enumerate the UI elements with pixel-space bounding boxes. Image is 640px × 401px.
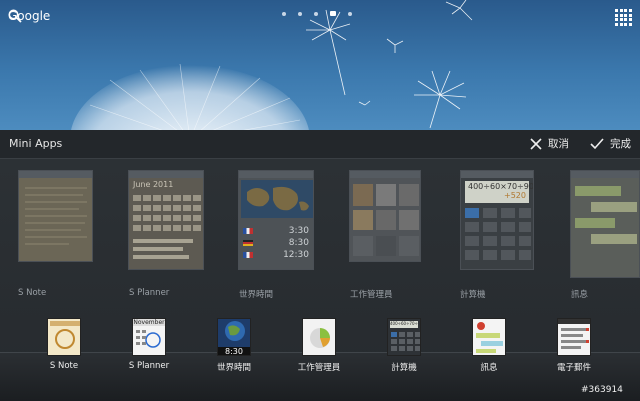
- home-wallpaper: Google: [0, 0, 640, 130]
- apps-grid-icon[interactable]: [615, 9, 632, 26]
- dock-item-taskmanager[interactable]: 工作管理員: [289, 318, 349, 373]
- dock-label: 訊息: [480, 363, 498, 373]
- card-titlebar: [19, 171, 92, 178]
- dock-label: 電子郵件: [556, 363, 591, 373]
- image-watermark: #363914: [581, 385, 623, 395]
- mini-app-label: S Note: [18, 288, 47, 298]
- page-dot: [298, 12, 302, 16]
- card-titlebar: [129, 171, 203, 178]
- page-dot: [314, 12, 318, 16]
- dock-label: 工作管理員: [297, 363, 341, 373]
- calculator-icon: 400÷60÷70÷90: [387, 318, 421, 356]
- task-thumbnails: [353, 184, 419, 256]
- messages-icon: [472, 318, 506, 356]
- world-map: [241, 180, 313, 218]
- dock-label: 計算機: [391, 363, 417, 373]
- mini-app-card-taskmanager[interactable]: [349, 170, 421, 262]
- email-icon: [557, 318, 591, 356]
- cancel-label: 取消: [548, 138, 569, 150]
- calculator-display: 400÷60×70÷90 +520: [465, 181, 534, 203]
- dock-label: 世界時間: [216, 363, 251, 373]
- page-indicator: [282, 11, 352, 16]
- mini-app-card-messages[interactable]: [570, 170, 640, 278]
- done-button[interactable]: 完成: [590, 136, 631, 151]
- close-icon: [530, 137, 542, 150]
- page-dot-active: [330, 11, 336, 16]
- snote-icon: [47, 318, 81, 356]
- check-icon: [590, 137, 604, 149]
- dock-item-messages[interactable]: 訊息: [459, 318, 519, 373]
- flag-icon: [243, 252, 253, 258]
- mini-app-card-snote[interactable]: [18, 170, 93, 262]
- mini-app-label: 工作管理員: [350, 290, 393, 300]
- search-icon: [8, 9, 22, 23]
- done-label: 完成: [610, 138, 631, 150]
- page-dot: [348, 12, 352, 16]
- dock-item-worldclock[interactable]: 8:30 世界時間: [204, 318, 264, 373]
- page-dot: [282, 12, 286, 16]
- calendar-icon: November: [132, 318, 166, 356]
- dock-label: S Planner: [128, 361, 170, 371]
- note-lines: [25, 187, 87, 245]
- dock-item-calculator[interactable]: 400÷60÷70÷90 計算機: [374, 318, 434, 373]
- calculator-result: +520: [504, 191, 526, 200]
- mini-app-label: S Planner: [129, 288, 170, 298]
- clock-time: 8:30: [288, 238, 309, 248]
- dock-label: S Note: [49, 361, 79, 371]
- dock-item-email[interactable]: 電子郵件: [544, 318, 604, 373]
- flag-icon: [243, 228, 253, 234]
- calendar-icon-month: November: [133, 319, 165, 326]
- mini-app-label: 訊息: [571, 290, 589, 300]
- mini-app-card-worldclock[interactable]: 3:30 8:30 12:30: [238, 170, 314, 270]
- google-search-widget[interactable]: Google: [8, 9, 50, 23]
- calculator-expression: 400÷60×70÷90: [468, 182, 534, 191]
- panel-title: Mini Apps: [9, 137, 63, 150]
- calculator-keypad: [465, 208, 531, 260]
- clock-time: 3:30: [288, 226, 309, 236]
- dock-item-snote[interactable]: S Note: [34, 318, 94, 371]
- card-titlebar: [239, 171, 313, 178]
- card-titlebar: [571, 171, 639, 178]
- mini-app-label: 世界時間: [239, 290, 274, 300]
- dock-clock-time: 8:30: [218, 347, 250, 355]
- mini-app-label: 計算機: [460, 290, 486, 300]
- dock-item-splanner[interactable]: November S Planner: [119, 318, 179, 371]
- card-titlebar: [461, 171, 533, 178]
- globe-icon: 8:30: [217, 318, 251, 356]
- pie-chart-icon: [302, 318, 336, 356]
- dock-calculator-display: 400÷60÷70÷90: [390, 321, 418, 328]
- card-titlebar: [350, 171, 420, 178]
- flag-icon: [243, 240, 253, 246]
- cancel-button[interactable]: 取消: [530, 136, 569, 151]
- mini-app-card-calculator[interactable]: 400÷60×70÷90 +520: [460, 170, 534, 270]
- clock-time: 12:30: [283, 250, 309, 260]
- message-bubbles: [575, 186, 637, 244]
- panel-header: Mini Apps 取消 完成: [0, 130, 640, 159]
- calendar-month: June 2011: [133, 180, 174, 189]
- dandelion-illustration: [71, 0, 473, 130]
- mini-app-card-splanner[interactable]: June 2011: [128, 170, 204, 270]
- calendar-grid: [133, 195, 201, 259]
